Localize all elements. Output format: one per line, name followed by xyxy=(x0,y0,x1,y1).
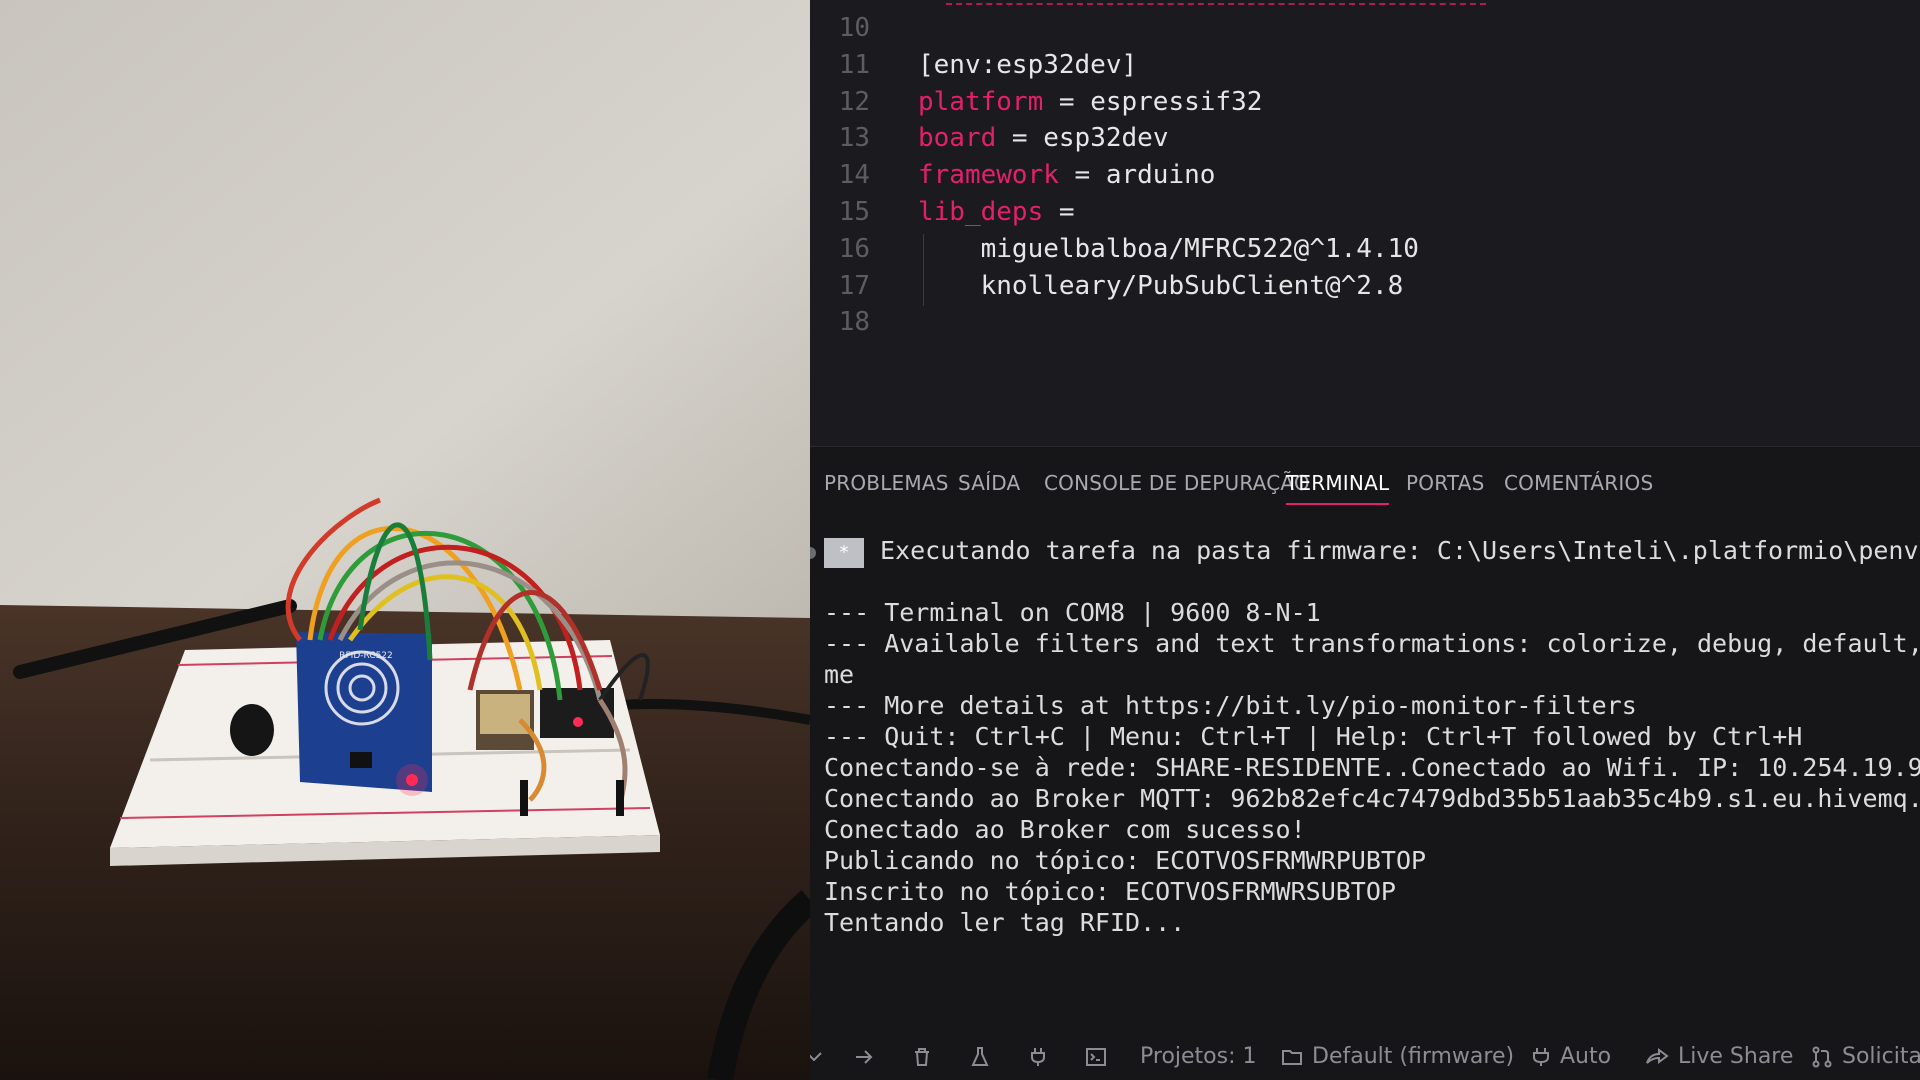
platformio-ini-editor[interactable]: 10 11 [env:esp32dev] 12 platform = espressif… xyxy=(810,0,1920,440)
terminal-line: --- Terminal on COM8 | 9600 8-N-1 xyxy=(824,598,1321,627)
line-number: 10 xyxy=(838,13,870,43)
line-text: [env:esp32dev] xyxy=(918,49,1138,80)
code-line: 17 knolleary/PubSubClient@^2.8 xyxy=(810,268,1920,304)
line-number: 13 xyxy=(838,123,870,154)
port-selector[interactable]: Auto xyxy=(1530,1034,1611,1080)
terminal-line: Conectado ao Broker com sucesso! xyxy=(824,815,1306,844)
code-line: 11 [env:esp32dev] xyxy=(810,47,1920,83)
line-text: lib_deps = xyxy=(918,194,1075,230)
trash-icon[interactable] xyxy=(910,1034,934,1080)
config-key: platform xyxy=(918,86,1044,117)
line-number: 16 xyxy=(838,233,870,264)
terminal-icon[interactable] xyxy=(1084,1034,1108,1080)
live-share-label: Live Share xyxy=(1678,1044,1794,1069)
line-number: 11 xyxy=(838,49,870,80)
line-text: framework = arduino xyxy=(918,157,1215,193)
error-squiggle xyxy=(946,0,1486,5)
code-line: 18 xyxy=(810,304,1920,340)
projects-count[interactable]: Projetos: 1 xyxy=(1140,1034,1257,1080)
task-line: Executando tarefa na pasta firmware: C:\… xyxy=(880,536,1920,565)
code-line: 15 lib_deps = xyxy=(810,194,1920,230)
line-number: 12 xyxy=(838,86,870,117)
terminal-gutter-marker xyxy=(810,547,816,559)
chevron-down-icon[interactable] xyxy=(810,1034,826,1080)
terminal-line: Publicando no tópico: ECOTVOSFRMWRPUBTOP xyxy=(824,846,1427,875)
config-key: lib_deps xyxy=(918,197,1044,227)
line-number: 17 xyxy=(838,270,870,301)
line-text: miguelbalboa/MFRC522@^1.4.10 xyxy=(918,233,1419,264)
terminal-line: Inscrito no tópico: ECOTVOSFRMWRSUBTOP xyxy=(824,877,1396,906)
code-line: 10 xyxy=(810,10,1920,46)
terminal-line: Tentando ler tag RFID... xyxy=(824,908,1186,937)
pull-request-button[interactable]: Solicita xyxy=(1810,1034,1920,1080)
terminal-line: Conectando ao Broker MQTT: 962b82efc4c74… xyxy=(824,784,1920,813)
line-text: knolleary/PubSubClient@^2.8 xyxy=(918,270,1404,301)
environment-selector[interactable]: Default (firmware) xyxy=(1280,1034,1514,1080)
environment-label: Default (firmware) xyxy=(1312,1044,1515,1069)
status-bar: Projetos: 1 Default (firmware) Auto Live… xyxy=(810,1034,1920,1080)
code-line: 14 framework = arduino xyxy=(810,157,1920,193)
rfid-module-label: RFID-RC522 xyxy=(339,651,393,661)
code-editor: 10 11 [env:esp32dev] 12 platform = espressif… xyxy=(810,0,1920,1080)
terminal-line: --- More details at https://bit.ly/pio-m… xyxy=(824,691,1637,720)
terminal-line: me xyxy=(824,660,855,689)
config-value: = espressif32 xyxy=(1043,86,1263,117)
line-number: 14 xyxy=(838,160,870,191)
code-line: 13 board = esp32dev xyxy=(810,120,1920,156)
live-share-icon xyxy=(1646,1048,1669,1064)
line-number: 15 xyxy=(838,197,870,227)
config-value: = esp32dev xyxy=(996,123,1169,154)
config-value: = xyxy=(1043,197,1075,227)
code-line: 16 miguelbalboa/MFRC522@^1.4.10 xyxy=(810,231,1920,267)
terminal-line: Conectando-se à rede: SHARE-RESIDENTE..C… xyxy=(824,753,1920,782)
task-icon: * xyxy=(824,538,864,568)
terminal-line: --- Quit: Ctrl+C | Menu: Ctrl+T | Help: … xyxy=(824,722,1803,751)
plug-icon[interactable] xyxy=(1026,1034,1050,1080)
plug-icon xyxy=(1533,1048,1549,1066)
pull-request-label: Solicita xyxy=(1842,1044,1920,1069)
hardware-photo: RFID-RC522 xyxy=(0,0,810,1080)
arrow-right-icon[interactable] xyxy=(852,1034,876,1080)
bottom-panel: PROBLEMAS SAÍDA CONSOLE DE DEPURAÇÃO TERMIN… xyxy=(810,446,1920,1080)
code-line: 12 platform = espressif32 xyxy=(810,84,1920,120)
line-text: board = esp32dev xyxy=(918,120,1168,156)
folder-icon xyxy=(1282,1050,1302,1065)
config-key: board xyxy=(918,123,997,154)
port-label: Auto xyxy=(1560,1044,1612,1069)
terminal-output[interactable]: * Executando tarefa na pasta firmware: C… xyxy=(810,447,1920,1080)
flask-icon[interactable] xyxy=(968,1034,992,1080)
line-number: 18 xyxy=(838,307,870,338)
terminal-line: --- Available filters and text transform… xyxy=(824,629,1920,658)
pull-request-icon xyxy=(1812,1046,1832,1068)
line-text: platform = espressif32 xyxy=(918,84,1262,120)
live-share-button[interactable]: Live Share xyxy=(1644,1034,1793,1080)
config-key: framework xyxy=(918,160,1059,191)
breadboard-setup-illustration: RFID-RC522 xyxy=(0,0,810,1080)
config-value: = arduino xyxy=(1058,160,1216,191)
